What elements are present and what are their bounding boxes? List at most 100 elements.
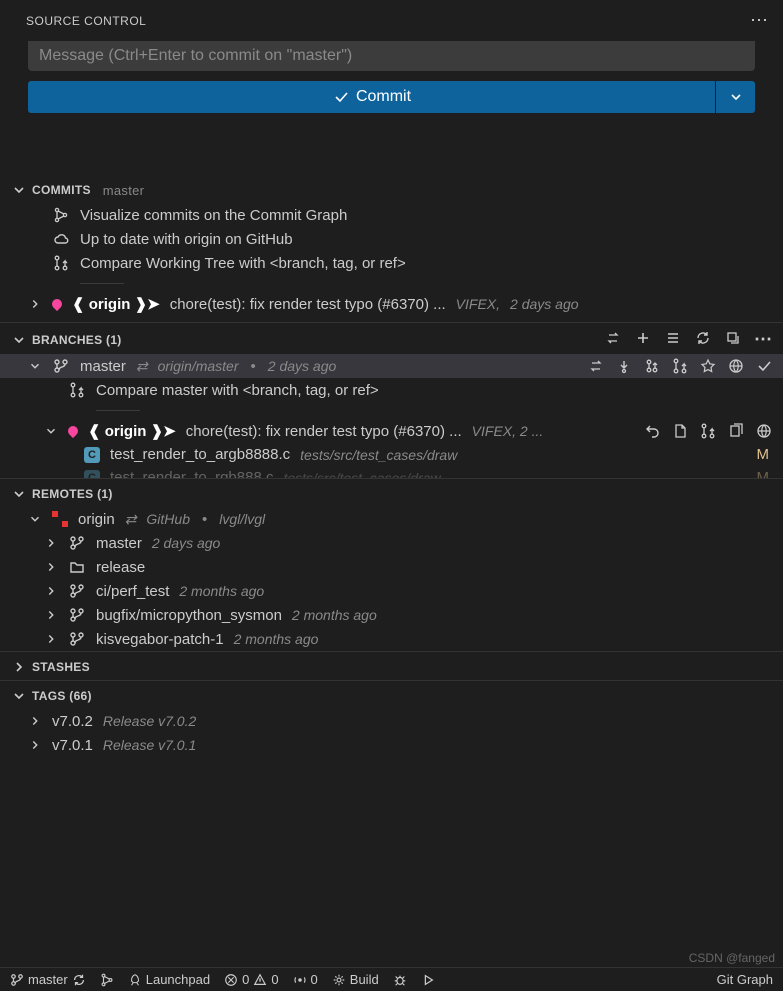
commit-dropdown-button[interactable] [715,81,755,113]
branch-icon [52,357,70,375]
remote-branch-item[interactable]: bugfix/micropython_sysmon 2 months ago [0,603,783,627]
status-graph[interactable] [100,973,114,987]
remotes-section-header[interactable]: REMOTES (1) [0,478,783,507]
tracking-branch: origin/master [158,358,239,374]
branch-icon [68,606,86,624]
branch-time: 2 days ago [152,535,221,551]
more-actions-button[interactable]: ⋯ [750,10,769,31]
action-label: Compare Working Tree with <branch, tag, … [80,255,406,272]
divider [80,283,124,284]
visualize-commits-action[interactable]: Visualize commits on the Commit Graph [0,203,783,227]
status-debug[interactable] [393,973,407,987]
compare-branch-action[interactable]: Compare master with <branch, tag, or ref… [0,378,783,402]
tag-item[interactable]: v7.0.1 Release v7.0.1 [0,733,783,757]
stashes-section-header[interactable]: STASHES [0,651,783,680]
swap-icon[interactable] [587,357,605,375]
panel-title: SOURCE CONTROL [26,14,146,28]
chevron-down-icon [28,357,42,375]
changed-file[interactable]: C test_render_to_rgb888.c tests/src/test… [0,466,783,478]
branch-name: bugfix/micropython_sysmon [96,607,282,624]
globe-icon[interactable] [727,357,745,375]
status-launchpad[interactable]: Launchpad [128,972,210,987]
star-icon[interactable] [699,357,717,375]
commit-button[interactable]: Commit [28,81,715,113]
status-run[interactable] [421,973,435,987]
up-to-date-action[interactable]: Up to date with origin on GitHub [0,227,783,251]
commit-entry[interactable]: fix(thorvg): fix gw engine crash (#6272)… [0,316,783,322]
commits-section-header[interactable]: COMMITS master [0,177,783,203]
chevron-down-icon [28,510,42,528]
chevron-right-icon [44,582,58,600]
remote-name: origin [78,511,115,528]
branch-item-master[interactable]: master ⇄ origin/master • 2 days ago [0,354,783,378]
branch-commit-entry[interactable]: ❰ origin ❱➤ chore(test): fix render test… [0,419,783,443]
branch-name: ci/perf_test [96,583,169,600]
swap-icon[interactable] [604,329,622,347]
plus-icon[interactable] [634,329,652,347]
status-problems[interactable]: 0 0 [224,972,278,987]
chevron-down-icon [727,88,745,106]
undo-icon[interactable] [643,422,661,440]
status-ports[interactable]: 0 [293,972,318,987]
status-build[interactable]: Build [332,972,379,987]
branch-icon [68,582,86,600]
globe-icon[interactable] [755,422,773,440]
compare-icon [52,254,70,272]
list-icon[interactable] [664,329,682,347]
chevron-down-icon [44,422,58,440]
remote-origin[interactable]: origin ⇄ GitHub • lvgl/lvgl [0,507,783,531]
copy-icon[interactable] [727,422,745,440]
status-bar: master Launchpad 0 0 0 Build Git Graph [0,967,783,991]
chevron-right-icon [10,658,28,676]
file-name: test_render_to_argb8888.c [110,446,290,463]
chevron-down-icon [10,181,28,199]
branch-name: master [80,358,126,375]
remote-host: GitHub [146,511,190,527]
commit-author: VIFEX, 2 ... [472,423,544,439]
check-icon[interactable] [755,357,773,375]
remote-branch-item[interactable]: ci/perf_test 2 months ago [0,579,783,603]
commit-message: chore(test): fix render test typo (#6370… [170,296,446,313]
action-label: Compare master with <branch, tag, or ref… [96,382,379,399]
branch-icon [68,630,86,648]
changed-file[interactable]: C test_render_to_argb8888.c tests/src/te… [0,443,783,466]
tag-name: v7.0.2 [52,713,93,730]
chevron-right-icon [44,630,58,648]
compare-icon[interactable] [671,357,689,375]
commit-message-input[interactable]: Message (Ctrl+Enter to commit on "master… [28,41,755,71]
tag-item[interactable]: v7.0.2 Release v7.0.2 [0,709,783,733]
remote-branch-item[interactable]: release [0,555,783,579]
pull-icon[interactable] [643,357,661,375]
chevron-down-icon [10,687,28,705]
file-icon[interactable] [671,422,689,440]
status-gitgraph[interactable]: Git Graph [717,972,773,987]
commit-entry[interactable]: ❰ origin ❱➤ chore(test): fix render test… [0,292,783,316]
c-file-icon: C [84,447,100,463]
branch-name: release [96,559,145,576]
remote-branch-item[interactable]: kisvegabor-patch-1 2 months ago [0,627,783,651]
branches-title: BRANCHES (1) [32,333,122,347]
head-marker-icon [66,424,80,438]
refresh-icon[interactable] [694,329,712,347]
divider [96,410,140,411]
cloud-icon [52,230,70,248]
tags-section-header[interactable]: TAGS (66) [0,680,783,709]
remotes-title: REMOTES (1) [32,487,113,501]
compare-icon[interactable] [699,422,717,440]
chevron-down-icon [10,331,28,349]
action-label: Visualize commits on the Commit Graph [80,207,347,224]
remote-branch-item[interactable]: master 2 days ago [0,531,783,555]
branch-time: 2 months ago [234,631,319,647]
compare-working-tree-action[interactable]: Compare Working Tree with <branch, tag, … [0,251,783,275]
branch-time: 2 days ago [268,358,337,374]
folder-icon [68,558,86,576]
status-branch[interactable]: master [10,972,86,987]
chevron-right-icon [44,606,58,624]
branches-section-header[interactable]: BRANCHES (1) ⋯ [0,322,783,354]
more-icon[interactable]: ⋯ [754,329,773,350]
fetch-icon[interactable] [615,357,633,375]
stack-icon[interactable] [724,329,742,347]
branch-time: 2 months ago [179,583,264,599]
tag-desc: Release v7.0.1 [103,737,196,753]
head-marker-icon [50,297,64,311]
